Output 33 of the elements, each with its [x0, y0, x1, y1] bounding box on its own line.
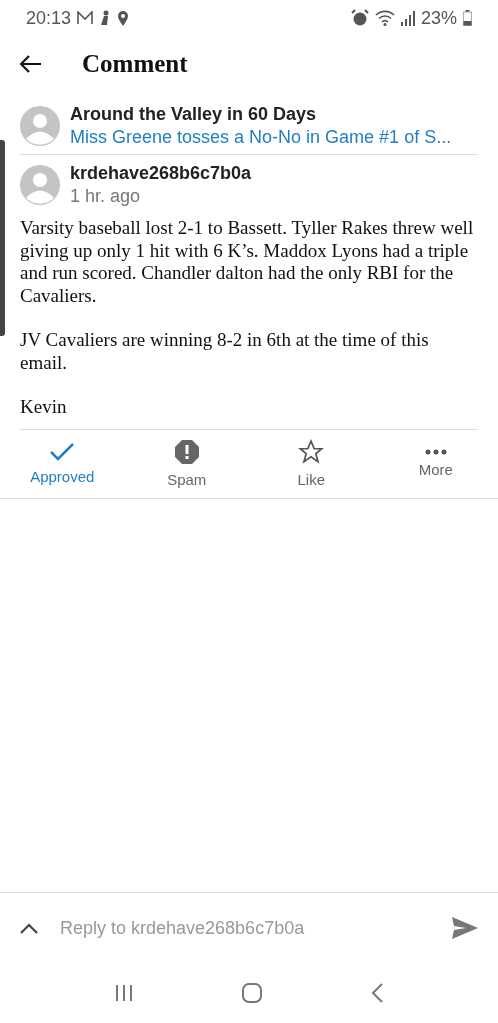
post-link[interactable]: Miss Greene tosses a No-No in Game #1 of S...: [70, 127, 452, 148]
alarm-icon: [350, 9, 369, 27]
battery-percent: 23%: [420, 7, 457, 29]
page-title: Comment: [82, 50, 188, 78]
avatar-icon: [20, 106, 60, 146]
wifi-icon: [374, 10, 395, 26]
location-icon: [117, 10, 130, 26]
action-button[interactable]: Approved: [0, 429, 125, 498]
site-name: Around the Valley in 60 Days: [70, 104, 318, 125]
back-icon[interactable]: [371, 983, 384, 1003]
action-button[interactable]: More: [373, 429, 498, 498]
star-icon: [298, 439, 325, 465]
alert-octagon-icon: [173, 439, 200, 465]
comment-paragraph: JV Cavaliers are winning 8-2 in 6th at the time of this email.: [20, 329, 430, 374]
action-button[interactable]: Like: [249, 429, 374, 498]
chevron-up-icon[interactable]: [20, 922, 38, 934]
back-arrow-icon[interactable]: [20, 55, 42, 73]
comment-paragraph: Varsity baseball lost 2-1 to Bassett. Tyller Rakes threw well giving up only 1 hit with 6 K’s. Maddox Lyons had a triple and run scored. Chandler dalton had the only RBI for the Cavaliers.: [20, 217, 475, 307]
avatar-icon: [20, 165, 60, 205]
more-icon: [424, 449, 447, 455]
status-time: 20:13: [26, 7, 72, 29]
battery-icon: [463, 10, 472, 26]
check-icon: [49, 442, 76, 462]
send-icon[interactable]: [452, 917, 478, 939]
comment-time: 1 hr. ago: [70, 186, 142, 207]
edge-handle[interactable]: [0, 140, 5, 336]
action-button[interactable]: Spam: [124, 429, 249, 498]
comment-author: krdehave268b6c7b0a: [70, 163, 252, 184]
recent-apps-icon[interactable]: [114, 984, 133, 1002]
signal-icon: [400, 10, 415, 26]
comment-paragraph: Kevin: [20, 396, 68, 419]
home-icon[interactable]: [242, 983, 262, 1003]
mail-icon: [77, 11, 94, 25]
